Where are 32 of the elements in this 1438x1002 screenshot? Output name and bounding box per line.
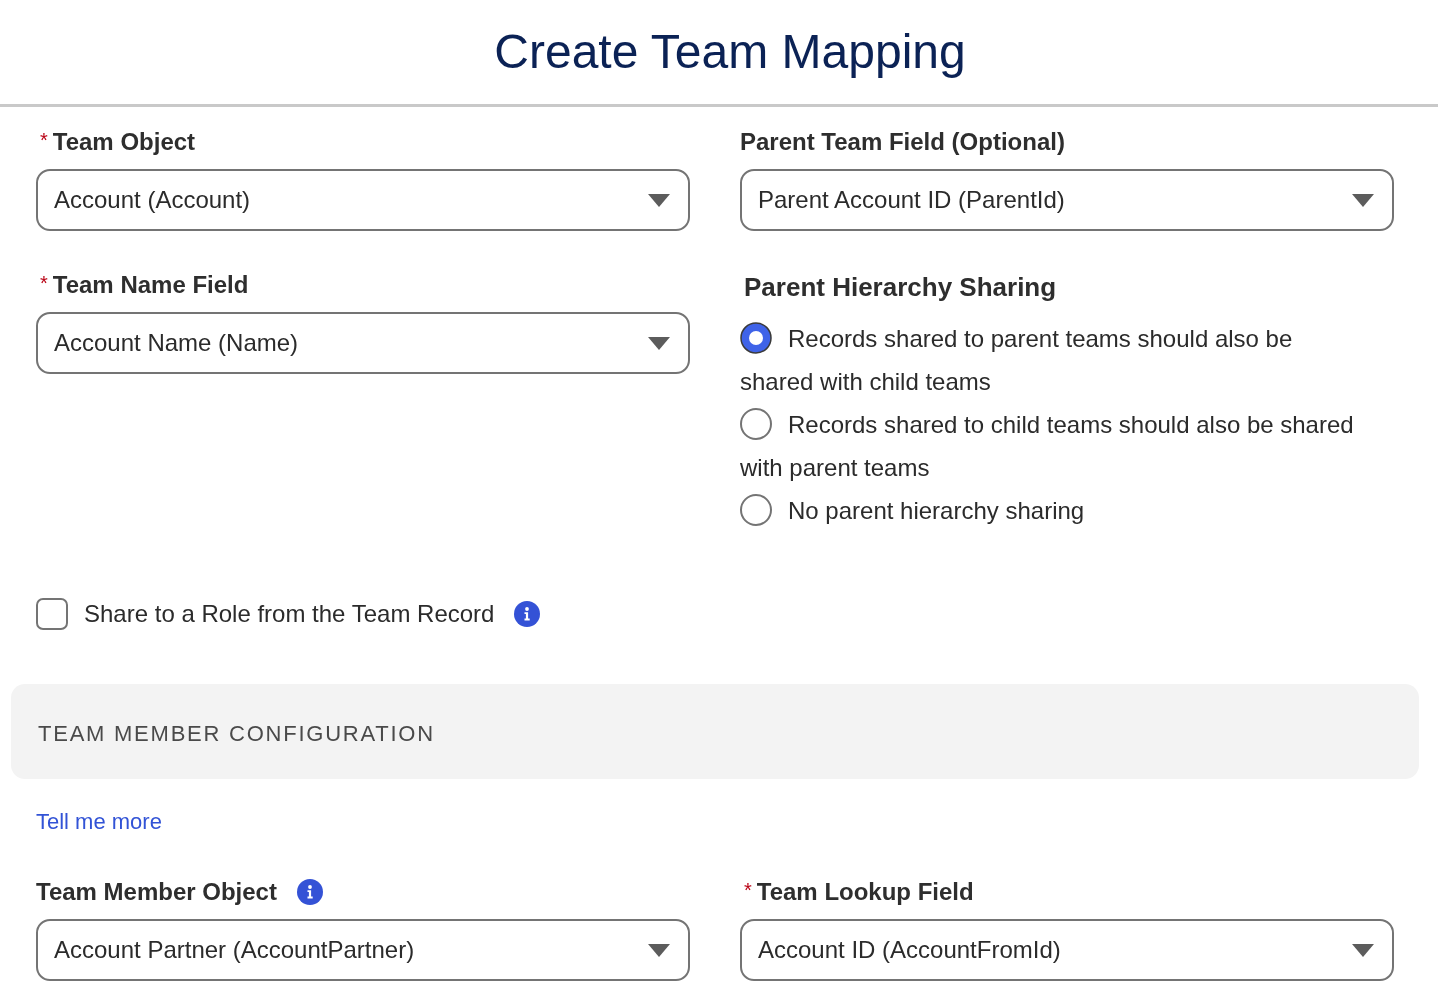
caret-down-icon xyxy=(648,336,670,350)
field-label: Team Object xyxy=(52,127,196,157)
page-title: Create Team Mapping xyxy=(494,24,966,80)
radio-option[interactable]: Records shared to parent teams should also be shared with child teams xyxy=(740,317,1364,403)
select-field[interactable]: Account Name (Name) xyxy=(36,312,690,374)
select-field[interactable]: Parent Account ID (ParentId) xyxy=(740,169,1394,231)
field-label: Team Lookup Field xyxy=(756,877,974,907)
required-asterisk: * xyxy=(40,273,48,293)
field-label: Team Name Field xyxy=(52,270,249,300)
select-field[interactable]: Account ID (AccountFromId) xyxy=(740,919,1394,981)
caret-down-icon xyxy=(1352,943,1374,957)
caret-down-icon xyxy=(648,193,670,207)
section-title: TEAM MEMBER CONFIGURATION xyxy=(38,720,435,748)
radio-button[interactable] xyxy=(740,494,772,527)
field-label: Team Member Object xyxy=(36,877,277,907)
caret-down-icon xyxy=(1352,193,1374,207)
radio-button[interactable] xyxy=(740,322,772,355)
section-subtitle: Parent Hierarchy Sharing xyxy=(744,271,1057,303)
radio-option[interactable]: No parent hierarchy sharing xyxy=(740,489,1364,532)
field-label: Parent Team Field (Optional) xyxy=(740,127,1065,157)
checkbox[interactable] xyxy=(36,598,68,630)
caret-down-icon xyxy=(648,943,670,957)
info-icon[interactable] xyxy=(514,601,541,627)
required-asterisk: * xyxy=(744,880,752,900)
select-field[interactable]: Account (Account) xyxy=(36,169,690,231)
required-asterisk: * xyxy=(40,130,48,150)
select-field[interactable]: Account Partner (AccountPartner) xyxy=(36,919,690,981)
checkbox-label: Share to a Role from the Team Record xyxy=(84,599,495,629)
help-link[interactable]: Tell me more xyxy=(36,807,162,837)
radio-button[interactable] xyxy=(740,408,772,441)
radio-option[interactable]: Records shared to child teams should also be shared with parent teams xyxy=(740,403,1364,489)
info-icon[interactable] xyxy=(296,879,323,905)
